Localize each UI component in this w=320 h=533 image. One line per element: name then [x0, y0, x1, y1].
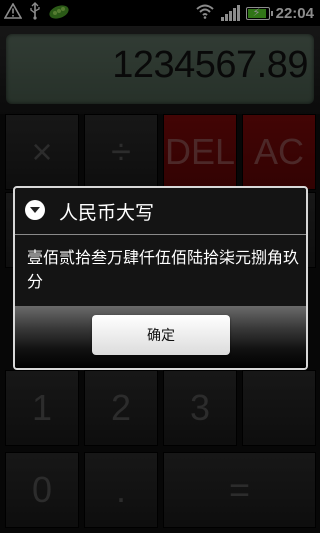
notification-icons [3, 2, 70, 24]
wifi-icon [195, 3, 215, 23]
system-icons: ⚡ 22:04 [195, 3, 314, 23]
display-area: 1234567.89 [0, 26, 320, 114]
decimal-point-key[interactable]: . [84, 452, 158, 528]
clear-key[interactable]: AC [242, 114, 316, 190]
usb-icon [28, 2, 42, 24]
equals-key[interactable]: = [163, 452, 316, 528]
delete-key[interactable]: DEL [163, 114, 237, 190]
digit-2-key[interactable]: 2 [84, 370, 158, 446]
app-notification-icon [48, 2, 70, 24]
display-value: 1234567.89 [112, 44, 308, 86]
digit-3-key[interactable]: 3 [163, 370, 237, 446]
dropdown-circle-icon [25, 200, 45, 220]
divide-key[interactable]: ÷ [84, 114, 158, 190]
digit-0-key[interactable]: 0 [5, 452, 79, 528]
dialog-header: 人民币大写 [15, 188, 306, 235]
signal-strength-icon [220, 5, 240, 21]
calculator-display: 1234567.89 [6, 34, 314, 104]
dialog-message: 壹佰贰拾叁万肆仟伍佰陆拾柒元捌角玖分 [27, 248, 300, 291]
warning-icon [3, 2, 23, 23]
dialog-title: 人民币大写 [59, 202, 155, 224]
dialog-footer: 确定 [15, 306, 306, 368]
ok-button[interactable]: 确定 [92, 315, 230, 355]
key-r4c4[interactable] [242, 370, 316, 446]
rmb-uppercase-dialog: 人民币大写 壹佰贰拾叁万肆仟伍佰陆拾柒元捌角玖分 确定 [13, 186, 308, 370]
status-bar: ⚡ 22:04 [0, 0, 320, 26]
clock: 22:04 [275, 4, 314, 22]
battery-charging-icon: ⚡ [245, 6, 273, 20]
multiply-key[interactable]: × [5, 114, 79, 190]
digit-1-key[interactable]: 1 [5, 370, 79, 446]
